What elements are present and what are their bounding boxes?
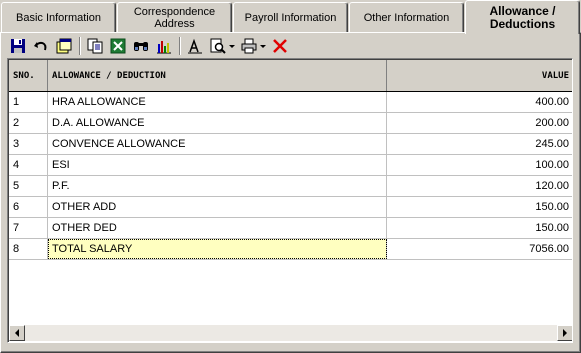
cell-sno[interactable]: 7: [9, 218, 48, 238]
grid-header: SNO. ALLOWANCE / DEDUCTION VALUE: [9, 60, 572, 92]
print-dropdown[interactable]: [259, 37, 266, 55]
cell-allowance-deduction[interactable]: D.A. ALLOWANCE: [48, 113, 387, 133]
tab-label: Allowance / Deductions: [489, 3, 556, 31]
cell-value[interactable]: 150.00: [387, 197, 572, 217]
print-preview-icon: [210, 38, 226, 54]
cell-value[interactable]: 7056.00: [387, 239, 572, 259]
tab-label: Other Information: [363, 11, 450, 24]
cell-sno[interactable]: 1: [9, 92, 48, 112]
print-button[interactable]: [239, 37, 259, 55]
tab-label: Correspondence Address: [133, 5, 216, 30]
cell-sno[interactable]: 8: [9, 239, 48, 259]
cell-value[interactable]: 100.00: [387, 155, 572, 175]
cell-sno[interactable]: 6: [9, 197, 48, 217]
table-row[interactable]: 2 D.A. ALLOWANCE 200.00: [9, 113, 572, 134]
tab-correspondence-address[interactable]: Correspondence Address: [117, 2, 232, 32]
cell-sno[interactable]: 5: [9, 176, 48, 196]
find-button[interactable]: [131, 37, 151, 55]
print-preview-button[interactable]: [208, 37, 228, 55]
undo-icon: [34, 41, 47, 51]
table-row[interactable]: 6 OTHER ADD 150.00: [9, 197, 572, 218]
cell-allowance-deduction[interactable]: P.F.: [48, 176, 387, 196]
tab-basic-information[interactable]: Basic Information: [1, 2, 116, 32]
table-row[interactable]: 8 TOTAL SALARY 7056.00: [9, 239, 572, 260]
cell-allowance-deduction[interactable]: HRA ALLOWANCE: [48, 92, 387, 112]
column-header-value[interactable]: VALUE: [387, 60, 572, 91]
chart-icon: [157, 41, 171, 54]
chevron-down-icon: [259, 44, 266, 48]
chevron-down-icon: [228, 44, 235, 48]
cell-sno[interactable]: 3: [9, 134, 48, 154]
cell-value[interactable]: 150.00: [387, 218, 572, 238]
print-icon: [241, 38, 257, 54]
toolbar: [8, 36, 293, 56]
tab-strip: Basic Information Correspondence Address…: [0, 0, 581, 34]
cell-allowance-deduction[interactable]: OTHER DED: [48, 218, 387, 238]
font-icon: [188, 38, 202, 54]
scroll-left-button[interactable]: [9, 325, 25, 341]
tab-label: Basic Information: [16, 11, 101, 24]
print-preview-dropdown[interactable]: [228, 37, 235, 55]
cell-sno[interactable]: 4: [9, 155, 48, 175]
cell-allowance-deduction[interactable]: ESI: [48, 155, 387, 175]
save-button[interactable]: [8, 37, 28, 55]
arrow-right-icon: [563, 329, 567, 337]
allowance-deduction-grid[interactable]: SNO. ALLOWANCE / DEDUCTION VALUE 1 HRA A…: [7, 58, 573, 343]
excel-export-button[interactable]: [108, 37, 128, 55]
copy-icon: [87, 38, 103, 54]
table-row[interactable]: 4 ESI 100.00: [9, 155, 572, 176]
table-row[interactable]: 3 CONVENCE ALLOWANCE 245.00: [9, 134, 572, 155]
note-button[interactable]: [54, 37, 74, 55]
tab-payroll-information[interactable]: Payroll Information: [233, 2, 348, 32]
find-icon: [134, 42, 148, 51]
cell-value[interactable]: 120.00: [387, 176, 572, 196]
column-header-label: VALUE: [541, 70, 569, 81]
table-row[interactable]: 7 OTHER DED 150.00: [9, 218, 572, 239]
table-row[interactable]: 5 P.F. 120.00: [9, 176, 572, 197]
cell-allowance-deduction[interactable]: OTHER ADD: [48, 197, 387, 217]
cell-value[interactable]: 400.00: [387, 92, 572, 112]
cell-allowance-deduction[interactable]: CONVENCE ALLOWANCE: [48, 134, 387, 154]
copy-button[interactable]: [85, 37, 105, 55]
tab-other-information[interactable]: Other Information: [349, 2, 464, 32]
note-icon: [56, 38, 72, 54]
toolbar-separator: [179, 37, 181, 55]
delete-button[interactable]: [270, 37, 290, 55]
arrow-left-icon: [15, 329, 19, 337]
tab-allowance-deductions[interactable]: Allowance / Deductions: [465, 0, 580, 34]
scroll-right-button[interactable]: [557, 325, 572, 341]
excel-icon: [110, 38, 126, 54]
delete-icon: [273, 39, 287, 53]
tab-label: Payroll Information: [244, 11, 337, 24]
save-icon: [11, 39, 25, 53]
column-header-label: SNO.: [13, 70, 35, 81]
cell-allowance-deduction[interactable]: TOTAL SALARY: [48, 239, 387, 259]
cell-value[interactable]: 245.00: [387, 134, 572, 154]
chart-button[interactable]: [154, 37, 174, 55]
column-header-label: ALLOWANCE / DEDUCTION: [52, 70, 166, 81]
horizontal-scrollbar[interactable]: [9, 325, 572, 341]
cell-sno[interactable]: 2: [9, 113, 48, 133]
font-button[interactable]: [185, 37, 205, 55]
column-header-sno[interactable]: SNO.: [9, 60, 48, 91]
table-row[interactable]: 1 HRA ALLOWANCE 400.00: [9, 92, 572, 113]
toolbar-separator: [79, 37, 81, 55]
column-header-allowance-deduction[interactable]: ALLOWANCE / DEDUCTION: [48, 60, 387, 91]
cell-value[interactable]: 200.00: [387, 113, 572, 133]
undo-button[interactable]: [31, 37, 51, 55]
